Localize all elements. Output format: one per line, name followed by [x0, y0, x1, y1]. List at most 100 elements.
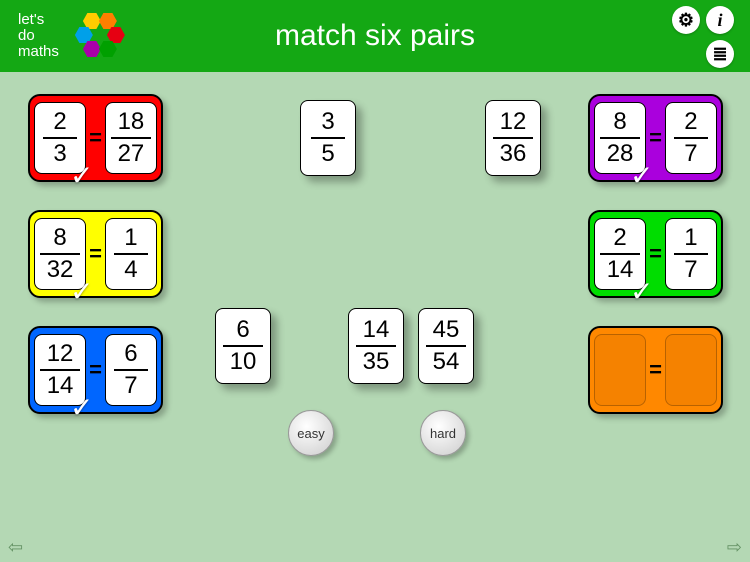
- equals-sign: =: [649, 357, 662, 383]
- easy-button[interactable]: easy: [288, 410, 334, 456]
- logo-line: maths: [18, 44, 59, 60]
- fraction-bar: [114, 253, 148, 255]
- info-button[interactable]: i: [706, 6, 734, 34]
- fraction-slot[interactable]: [594, 334, 646, 406]
- fraction-denominator: 36: [500, 141, 527, 167]
- fraction-numerator: 14: [363, 317, 390, 343]
- prev-page-button[interactable]: ⇦: [8, 537, 23, 558]
- info-icon: i: [717, 10, 722, 31]
- pair-card-yellow[interactable]: 832=14✓: [28, 210, 163, 298]
- fraction-numerator: 3: [321, 109, 334, 135]
- hard-label: hard: [430, 426, 456, 441]
- pair-card-orange[interactable]: =: [588, 326, 723, 414]
- fraction-numerator: 8: [53, 225, 66, 251]
- fraction-bar: [40, 369, 80, 371]
- fraction-numerator: 12: [500, 109, 527, 135]
- hard-button[interactable]: hard: [420, 410, 466, 456]
- loose-fraction-tile[interactable]: 4554: [418, 308, 474, 384]
- fraction: 610: [223, 317, 263, 375]
- equals-sign: =: [649, 241, 662, 267]
- fraction-bar: [311, 137, 345, 139]
- easy-label: easy: [297, 426, 324, 441]
- fraction-numerator: 2: [53, 109, 66, 135]
- checkmark-icon: ✓: [630, 275, 653, 308]
- fraction: 4554: [426, 317, 466, 375]
- page-title: match six pairs: [275, 19, 475, 53]
- fraction: 14: [114, 225, 148, 283]
- fraction-denominator: 4: [124, 257, 137, 283]
- loose-fraction-tile[interactable]: 1435: [348, 308, 404, 384]
- fraction-denominator: 7: [684, 257, 697, 283]
- fraction-numerator: 6: [236, 317, 249, 343]
- header-bar: let's do maths match six pairs ⚙ i ≣: [0, 0, 750, 72]
- pair-card-purple[interactable]: 828=27✓: [588, 94, 723, 182]
- fraction-denominator: 3: [53, 141, 66, 167]
- checkmark-icon: ✓: [70, 159, 93, 192]
- arrow-left-icon: ⇦: [8, 537, 23, 557]
- fraction-numerator: 2: [684, 109, 697, 135]
- fraction-denominator: 35: [363, 349, 390, 375]
- fraction-bar: [493, 137, 533, 139]
- checkmark-icon: ✓: [70, 391, 93, 424]
- fraction-bar: [600, 253, 640, 255]
- fraction-bar: [114, 369, 148, 371]
- fraction-numerator: 6: [124, 341, 137, 367]
- hexagon-logo-icon: [73, 13, 123, 59]
- fraction-bar: [43, 137, 77, 139]
- header-controls: ⚙ i ≣: [672, 6, 736, 70]
- app-logo-text: let's do maths: [18, 12, 59, 60]
- fraction-denominator: 54: [433, 349, 460, 375]
- fraction-bar: [600, 137, 640, 139]
- equals-sign: =: [89, 241, 102, 267]
- fraction-bar: [426, 345, 466, 347]
- fraction: 1827: [111, 109, 151, 167]
- loose-fraction-tile[interactable]: 610: [215, 308, 271, 384]
- equals-sign: =: [89, 357, 102, 383]
- fraction: 27: [674, 109, 708, 167]
- fraction-numerator: 12: [47, 341, 74, 367]
- fraction-slot[interactable]: [665, 334, 717, 406]
- fraction: 67: [114, 341, 148, 399]
- fraction-denominator: 27: [118, 141, 145, 167]
- fraction-numerator: 45: [433, 317, 460, 343]
- gear-icon: ⚙: [678, 10, 694, 31]
- fraction: 1435: [356, 317, 396, 375]
- fraction: 35: [311, 109, 345, 167]
- pair-card-green[interactable]: 214=17✓: [588, 210, 723, 298]
- arrow-right-icon: ⇨: [727, 537, 742, 557]
- fraction-numerator: 1: [684, 225, 697, 251]
- fraction-bar: [111, 137, 151, 139]
- fraction-tile: 1827: [105, 102, 157, 174]
- fraction-tile: 67: [105, 334, 157, 406]
- fraction-tile: 17: [665, 218, 717, 290]
- fraction: 1236: [493, 109, 533, 167]
- checkmark-icon: ✓: [70, 275, 93, 308]
- fraction-bar: [40, 253, 80, 255]
- pair-card-red[interactable]: 23=1827✓: [28, 94, 163, 182]
- game-board: easy hard ⇦ ⇨ 23=1827✓832=14✓1214=67✓828…: [0, 72, 750, 562]
- equals-sign: =: [649, 125, 662, 151]
- fraction-numerator: 8: [613, 109, 626, 135]
- next-page-button[interactable]: ⇨: [727, 537, 742, 558]
- loose-fraction-tile[interactable]: 1236: [485, 100, 541, 176]
- fraction-tile: 14: [105, 218, 157, 290]
- checkmark-icon: ✓: [630, 159, 653, 192]
- fraction-numerator: 1: [124, 225, 137, 251]
- fraction-tile: 27: [665, 102, 717, 174]
- fraction-numerator: 18: [118, 109, 145, 135]
- fraction-bar: [674, 137, 708, 139]
- fraction-bar: [223, 345, 263, 347]
- loose-fraction-tile[interactable]: 35: [300, 100, 356, 176]
- menu-list-button[interactable]: ≣: [706, 40, 734, 68]
- fraction-denominator: 7: [124, 373, 137, 399]
- settings-button[interactable]: ⚙: [672, 6, 700, 34]
- equals-sign: =: [89, 125, 102, 151]
- logo-line: do: [18, 28, 59, 44]
- fraction-denominator: 7: [684, 141, 697, 167]
- fraction-bar: [356, 345, 396, 347]
- fraction-denominator: 10: [230, 349, 257, 375]
- pair-card-blue[interactable]: 1214=67✓: [28, 326, 163, 414]
- fraction: 17: [674, 225, 708, 283]
- fraction-bar: [674, 253, 708, 255]
- list-icon: ≣: [712, 44, 727, 65]
